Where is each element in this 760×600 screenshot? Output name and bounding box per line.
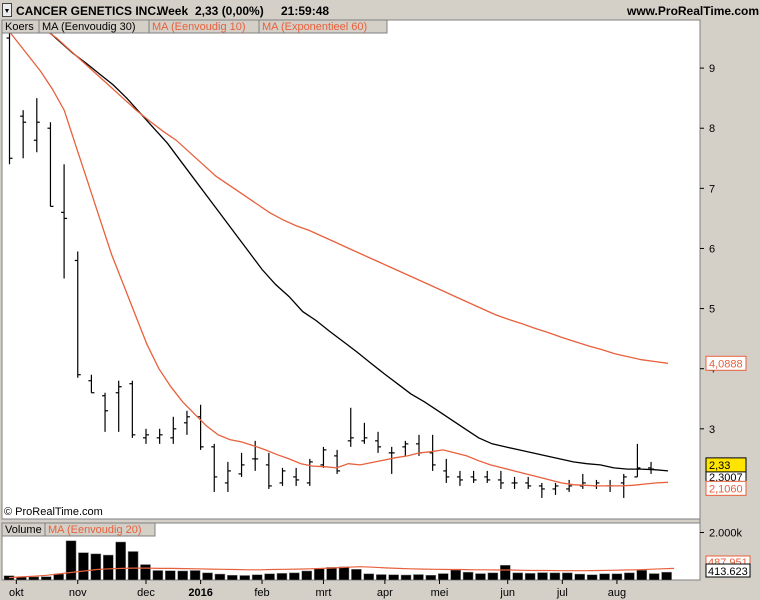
- volume-bar: [586, 574, 598, 581]
- volume-bar: [450, 569, 461, 581]
- volume-tick-label: 2.000k: [709, 528, 743, 540]
- x-tick-label: mei: [431, 587, 449, 599]
- volume-bar: [549, 572, 561, 581]
- volume-bar: [28, 576, 40, 581]
- volume-bar: [251, 574, 263, 581]
- volume-bar: [127, 551, 139, 581]
- volume-bar: [53, 573, 64, 581]
- watermark: © ProRealTime.com: [4, 506, 103, 518]
- x-tick-label: feb: [254, 587, 269, 599]
- x-tick-label: jul: [556, 587, 568, 599]
- x-tick-label: jun: [499, 587, 515, 599]
- volume-bar: [537, 572, 548, 581]
- y-tick-label: 3: [709, 424, 715, 436]
- volume-bar: [78, 552, 89, 581]
- volume-bar: [301, 570, 313, 581]
- volume-bar: [239, 575, 250, 581]
- volume-bar: [103, 554, 114, 581]
- price-tag: 2,33: [709, 460, 730, 472]
- volume-bar: [661, 571, 672, 581]
- x-tick-label: aug: [608, 587, 626, 599]
- volume-bar: [115, 541, 126, 581]
- volume-bar: [562, 572, 573, 581]
- volume-bar: [189, 570, 201, 581]
- x-tick-label: nov: [69, 587, 87, 599]
- volume-bar: [363, 573, 375, 581]
- ma10-tag: 2,1060: [709, 483, 743, 495]
- volume-bar: [611, 573, 623, 581]
- volume-bar: [512, 572, 523, 581]
- price-tab-label: Koers: [5, 21, 34, 33]
- volume-bar: [202, 572, 213, 581]
- volume-bar: [375, 574, 387, 581]
- volume-bar: [462, 571, 474, 581]
- volume-bar: [400, 574, 412, 581]
- volume-bar: [65, 540, 77, 581]
- volume-bar: [40, 576, 52, 581]
- volume-tab-label: MA (Eenvoudig 20): [48, 524, 142, 536]
- volume-bar: [524, 573, 536, 581]
- volume-bar: [165, 570, 176, 581]
- volume-bar: [413, 574, 424, 581]
- x-tick-label: okt: [9, 587, 24, 599]
- chart-area: 34567894,08882,30072,10602,332.000k487.9…: [1, 19, 751, 599]
- volume-bar: [648, 573, 660, 581]
- volume-bar: [214, 573, 226, 581]
- y-tick-label: 7: [709, 183, 715, 195]
- volume-bar: [574, 573, 585, 581]
- volume-bar: [326, 567, 337, 581]
- x-tick-label: dec: [137, 587, 155, 599]
- volume-tab-label: Volume: [5, 524, 42, 536]
- y-tick-label: 5: [709, 304, 715, 316]
- x-tick-label: mrt: [316, 587, 332, 599]
- x-tick-label: 2016: [188, 587, 212, 599]
- y-tick-label: 9: [709, 63, 715, 75]
- price-tab-label: MA (Eenvoudig 30): [42, 21, 136, 33]
- price-tab-label: MA (Exponentieel 60): [262, 21, 367, 33]
- volume-bar: [227, 575, 238, 581]
- volume-bar: [264, 573, 275, 581]
- volume-bar: [624, 572, 635, 581]
- volume-bar: [388, 574, 399, 581]
- volume-bar: [90, 553, 102, 581]
- volume-bar: [475, 573, 486, 581]
- volume-bar: [636, 570, 648, 581]
- volume-bar: [152, 570, 164, 581]
- volume-bar: [276, 573, 288, 581]
- y-tick-label: 6: [709, 243, 715, 255]
- ema60-tag: 4,0888: [709, 358, 743, 370]
- x-tick-label: apr: [377, 587, 393, 599]
- volume-bar: [177, 570, 188, 581]
- volume-bar: [487, 572, 499, 581]
- volume-bar: [438, 573, 449, 581]
- volume-bar: [500, 565, 511, 581]
- volume-bar: [425, 575, 437, 581]
- volume-bar: [313, 568, 325, 581]
- volume-bar: [338, 566, 350, 581]
- volume-bar: [140, 564, 151, 581]
- price-tab-label: MA (Eenvoudig 10): [152, 21, 246, 33]
- volume-bar: [351, 569, 362, 581]
- volume-tag: 413.623: [708, 566, 748, 578]
- volume-bar: [599, 573, 610, 581]
- y-tick-label: 8: [709, 123, 715, 135]
- volume-bar: [289, 572, 300, 581]
